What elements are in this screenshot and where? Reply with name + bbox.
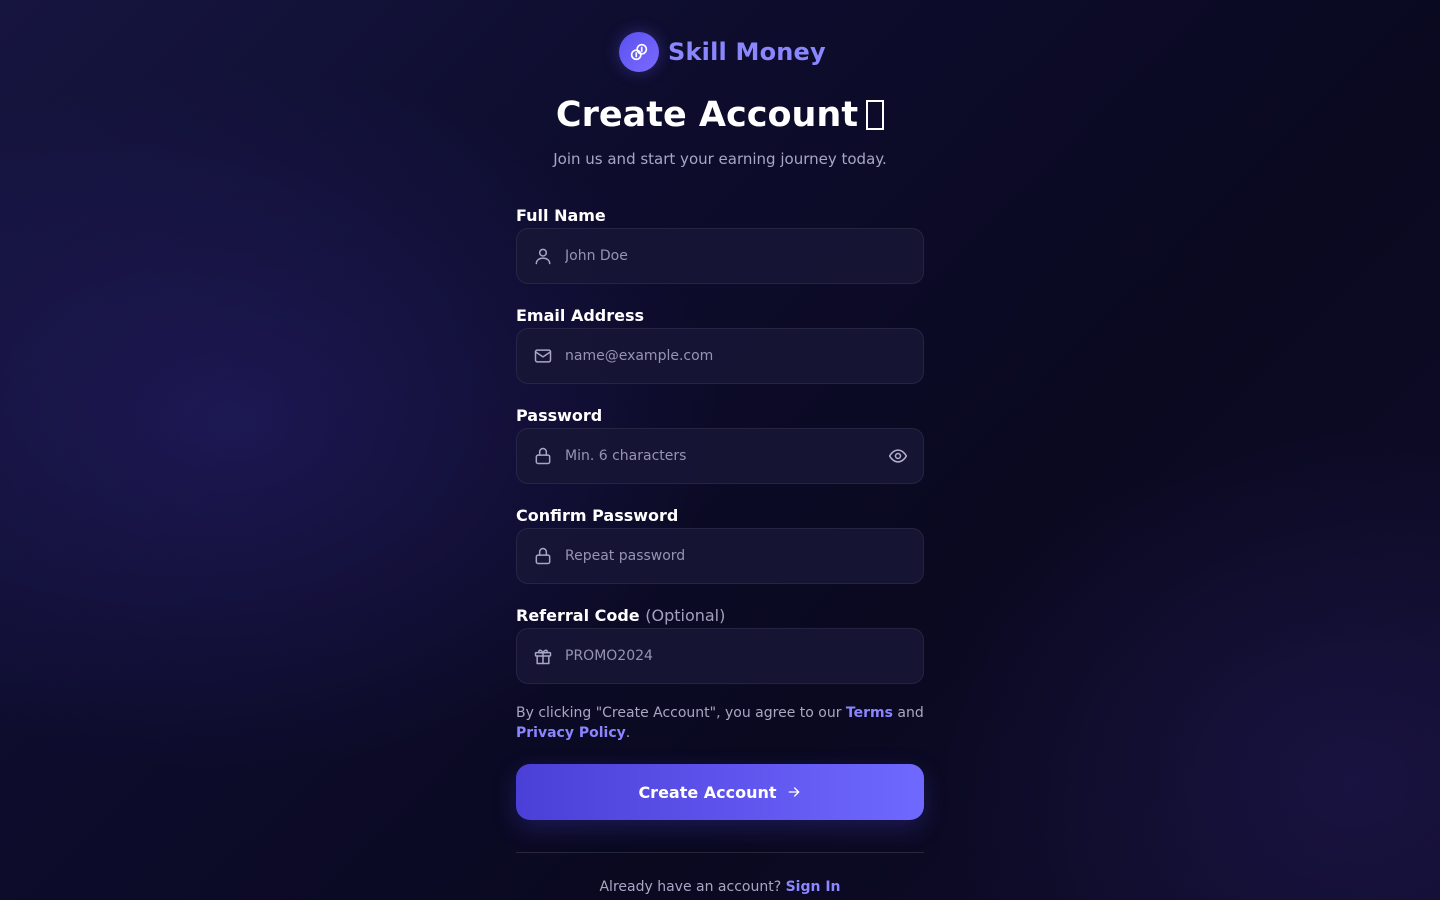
referral-code-label-text: Referral Code bbox=[516, 606, 640, 625]
referral-code-field[interactable] bbox=[516, 628, 924, 684]
create-account-button[interactable]: Create Account bbox=[516, 764, 924, 820]
page-title: Create Account bbox=[516, 92, 924, 138]
full-name-label: Full Name bbox=[516, 206, 606, 225]
email-field[interactable] bbox=[516, 328, 924, 384]
divider bbox=[516, 852, 924, 853]
missing-glyph-icon bbox=[866, 100, 885, 130]
password-input[interactable] bbox=[565, 429, 865, 483]
password-label: Password bbox=[516, 406, 603, 425]
page-title-text: Create Account bbox=[555, 95, 859, 135]
terms-link[interactable]: Terms bbox=[846, 705, 893, 721]
privacy-policy-link[interactable]: Privacy Policy bbox=[516, 725, 626, 741]
confirm-password-input[interactable] bbox=[565, 529, 865, 583]
terms-notice: By clicking "Create Account", you agree … bbox=[516, 703, 924, 743]
brand: Skill Money bbox=[619, 32, 826, 72]
brand-name: Skill Money bbox=[668, 38, 826, 66]
show-password-toggle[interactable] bbox=[887, 445, 909, 467]
full-name-input[interactable] bbox=[565, 229, 865, 283]
sign-in-prompt: Already have an account? Sign In bbox=[516, 877, 924, 897]
email-label: Email Address bbox=[516, 306, 645, 325]
confirm-password-field[interactable] bbox=[516, 528, 924, 584]
terms-middle: and bbox=[892, 705, 924, 721]
optional-tag: (Optional) bbox=[645, 606, 726, 625]
referral-code-label: Referral Code (Optional) bbox=[516, 606, 725, 626]
sign-in-prompt-text: Already have an account? bbox=[599, 879, 786, 895]
page-subtitle: Join us and start your earning journey t… bbox=[553, 150, 887, 168]
lock-icon bbox=[533, 446, 553, 466]
arrow-right-icon bbox=[786, 784, 802, 800]
eye-icon bbox=[888, 446, 908, 466]
terms-suffix: . bbox=[625, 725, 631, 741]
email-input[interactable] bbox=[565, 329, 865, 383]
sign-in-link[interactable]: Sign In bbox=[786, 879, 841, 895]
gift-icon bbox=[533, 646, 553, 666]
confirm-password-label: Confirm Password bbox=[516, 506, 679, 525]
full-name-field[interactable] bbox=[516, 228, 924, 284]
create-account-button-label: Create Account bbox=[638, 782, 777, 802]
terms-prefix: By clicking "Create Account", you agree … bbox=[516, 705, 846, 721]
coins-icon bbox=[619, 32, 659, 72]
referral-code-input[interactable] bbox=[565, 629, 865, 683]
mail-icon bbox=[533, 346, 553, 366]
password-field[interactable] bbox=[516, 428, 924, 484]
user-icon bbox=[533, 246, 553, 266]
lock-icon bbox=[533, 546, 553, 566]
